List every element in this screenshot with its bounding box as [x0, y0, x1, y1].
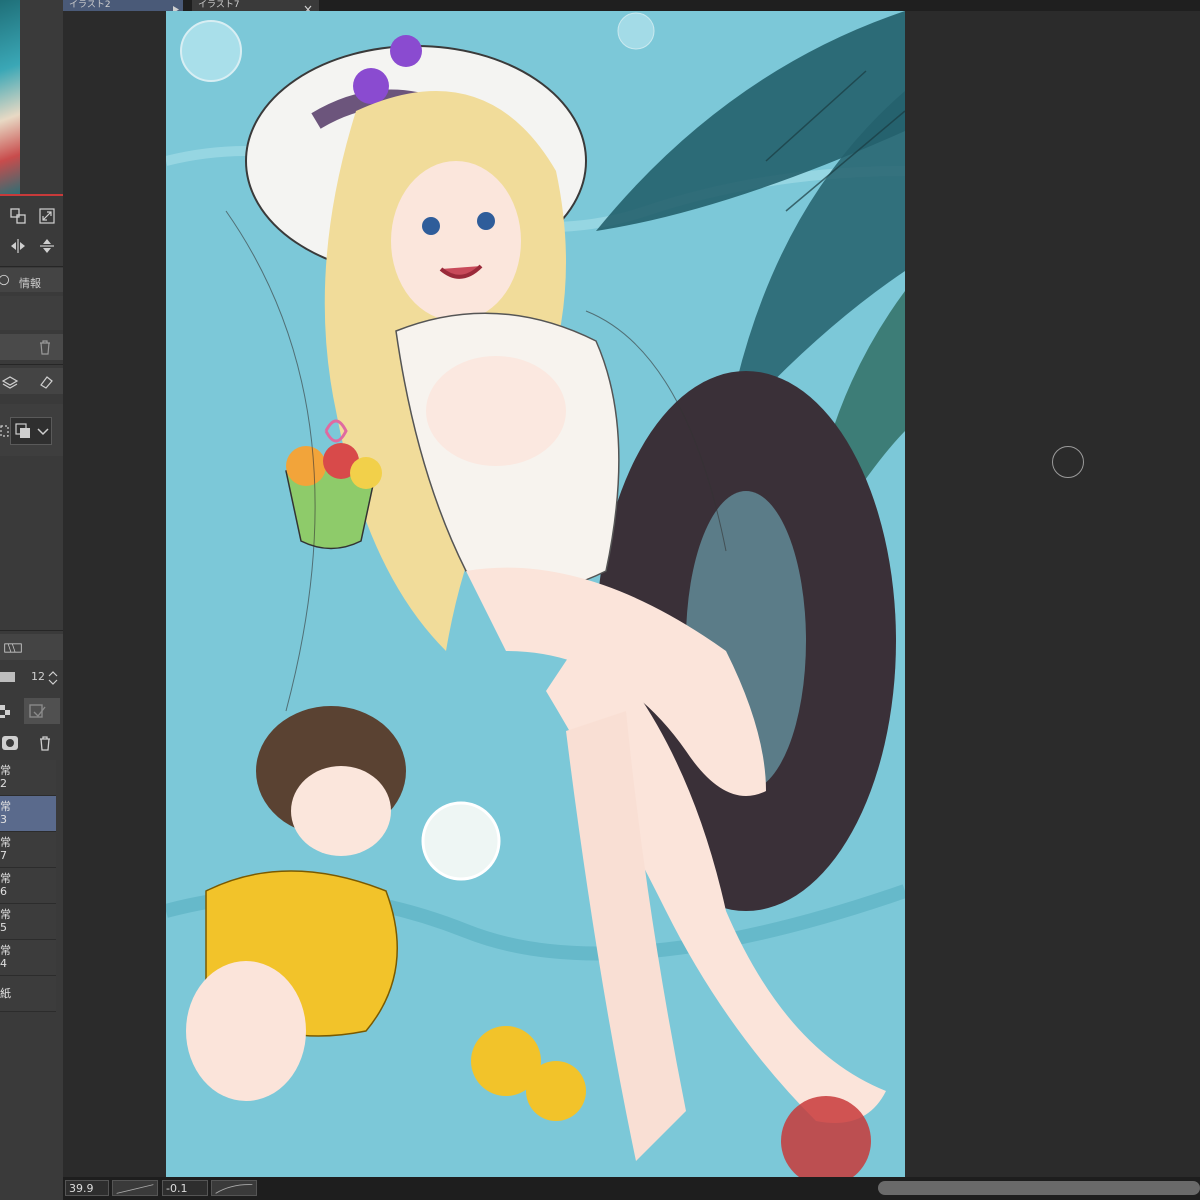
transform-icon[interactable]	[8, 206, 28, 226]
horizontal-scrollbar[interactable]	[878, 1181, 1200, 1195]
layer-index: 4	[0, 957, 7, 970]
info-icon[interactable]	[0, 270, 14, 290]
flip-vertical-icon[interactable]	[37, 236, 57, 256]
separator	[0, 364, 63, 365]
dotted-select-icon[interactable]	[0, 421, 10, 441]
record-icon[interactable]	[0, 733, 20, 753]
rotation-slider[interactable]	[211, 1180, 257, 1196]
artwork	[166, 11, 905, 1177]
info-tab-label[interactable]: 情報	[19, 275, 41, 291]
layer-list: 常2 常3 常7 常6 常5 常4 紙	[0, 760, 56, 1012]
navigator-view-frame	[0, 194, 63, 196]
layer-icon[interactable]	[0, 372, 20, 392]
rotation-field[interactable]: -0.1	[162, 1180, 208, 1196]
mask-button[interactable]	[24, 698, 60, 724]
brush-cursor	[1052, 446, 1084, 478]
zoom-field[interactable]: 39.9	[65, 1180, 109, 1196]
brush-size-value[interactable]: 12	[31, 670, 45, 683]
layer-row[interactable]: 常2	[0, 760, 56, 796]
info-panel	[0, 296, 63, 330]
layer-row-paper[interactable]: 紙	[0, 976, 56, 1012]
layer-index: 6	[0, 885, 7, 898]
opacity-bar[interactable]	[0, 672, 15, 682]
layer-row[interactable]: 常5	[0, 904, 56, 940]
navigator-thumbnail[interactable]	[0, 0, 20, 195]
zoom-slider[interactable]	[112, 1180, 158, 1196]
checker-icon[interactable]	[0, 701, 14, 721]
separator	[0, 630, 63, 631]
stepper-icon[interactable]	[46, 668, 60, 688]
separator	[0, 266, 63, 267]
eraser-icon[interactable]	[36, 372, 56, 392]
tab-document-2[interactable]: イラスト7	[192, 0, 319, 11]
tab-document-1[interactable]: イラスト2	[63, 0, 183, 11]
layer-row[interactable]: 常6	[0, 868, 56, 904]
layer-name: 紙	[0, 987, 11, 1000]
layer-name: 常	[0, 800, 11, 813]
layer-row[interactable]: 常4	[0, 940, 56, 976]
film-icon[interactable]	[0, 638, 26, 658]
layer-name: 常	[0, 944, 11, 957]
layer-mode-icon	[13, 421, 33, 441]
layer-index: 7	[0, 849, 7, 862]
tab-arrow-icon[interactable]	[170, 0, 182, 13]
trash-icon[interactable]	[35, 337, 55, 357]
mask-icon	[27, 701, 47, 721]
layer-name: 常	[0, 764, 11, 777]
layer-index: 2	[0, 777, 7, 790]
chevron-down-icon	[33, 421, 53, 441]
layer-name: 常	[0, 836, 11, 849]
trash-icon[interactable]	[35, 733, 55, 753]
layer-index: 5	[0, 921, 7, 934]
layer-row[interactable]: 常7	[0, 832, 56, 868]
layer-name: 常	[0, 908, 11, 921]
layer-mode-dropdown[interactable]	[10, 417, 52, 445]
flip-horizontal-icon[interactable]	[8, 236, 28, 256]
layer-index: 3	[0, 813, 7, 826]
layer-row-selected[interactable]: 常3	[0, 796, 56, 832]
layer-name: 常	[0, 872, 11, 885]
close-icon[interactable]	[302, 0, 314, 14]
fit-icon[interactable]	[37, 206, 57, 226]
drawing-canvas[interactable]	[166, 11, 905, 1177]
